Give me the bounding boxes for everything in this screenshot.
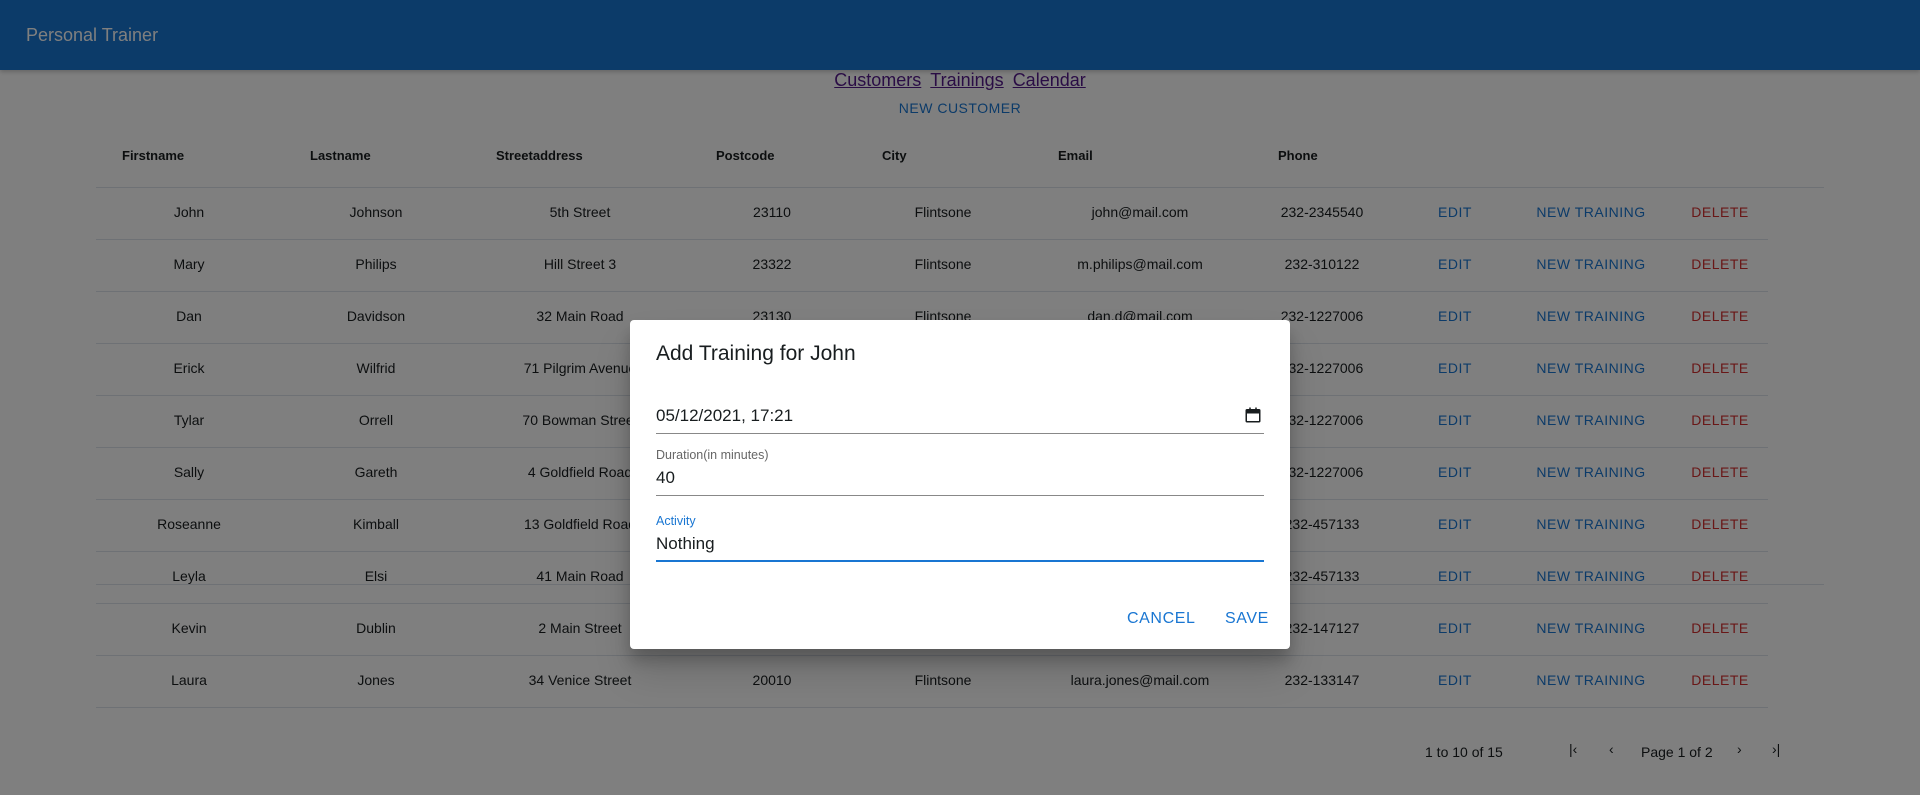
duration-label: Duration(in minutes)	[656, 448, 769, 462]
activity-field: Activity Nothing	[656, 514, 1264, 562]
dialog-title: Add Training for John	[656, 342, 856, 365]
add-training-dialog: Add Training for John 05/12/2021, 17:21 …	[630, 320, 1290, 649]
save-button[interactable]: SAVE	[1225, 610, 1269, 628]
date-input[interactable]: 05/12/2021, 17:21	[656, 400, 1264, 434]
cancel-button[interactable]: CANCEL	[1127, 610, 1196, 628]
duration-input[interactable]: 40	[656, 462, 1264, 496]
date-field: 05/12/2021, 17:21	[656, 400, 1264, 434]
activity-input[interactable]: Nothing	[656, 528, 1264, 562]
duration-field: Duration(in minutes) 40	[656, 448, 1264, 496]
activity-label: Activity	[656, 514, 696, 528]
calendar-icon[interactable]	[1244, 406, 1262, 424]
date-value: 05/12/2021, 17:21	[656, 406, 794, 425]
